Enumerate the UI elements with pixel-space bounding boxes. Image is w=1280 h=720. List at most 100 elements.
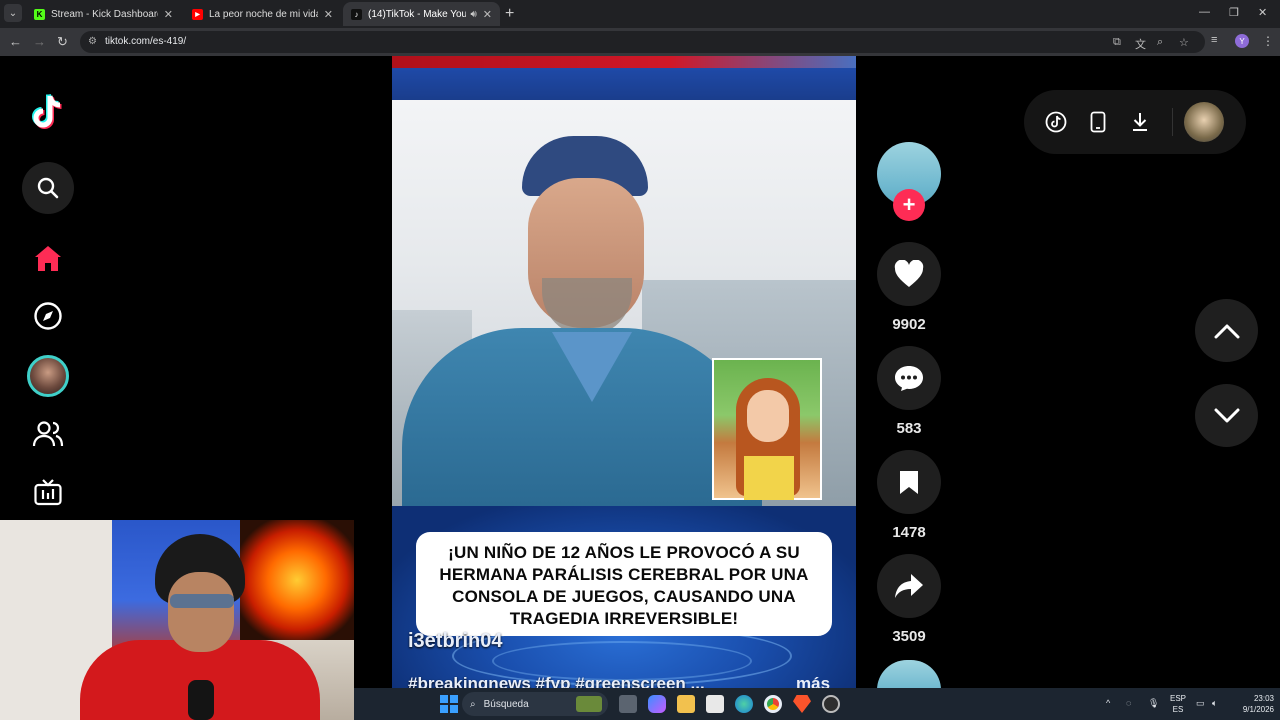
microphone xyxy=(188,680,214,720)
chevron-up-icon xyxy=(1214,324,1239,338)
tiger-poster xyxy=(240,520,354,640)
audio-playing-icon[interactable]: 🔊︎ xyxy=(470,9,476,20)
copilot-icon[interactable] xyxy=(648,695,666,713)
close-tab-icon[interactable]: ✕ xyxy=(164,8,173,21)
language-indicator[interactable]: ESP ES xyxy=(1170,693,1186,715)
heart-icon xyxy=(894,260,924,287)
nav-live[interactable] xyxy=(22,466,74,518)
following-avatar xyxy=(27,355,69,397)
taskbar-search[interactable]: ⌕ Búsqueda xyxy=(462,692,608,716)
follow-button[interactable]: + xyxy=(893,189,925,221)
bookmark-star-icon[interactable]: ☆ xyxy=(1179,36,1189,49)
nav-home[interactable] xyxy=(22,232,74,284)
install-app-icon[interactable]: ⧉ xyxy=(1113,36,1121,49)
tab-tiktok[interactable]: ♪ (14)TikTok - Make Your Day 🔊︎ ✕ xyxy=(343,2,500,26)
browser-menu-icon[interactable]: ⋮ xyxy=(1262,34,1274,48)
description-more-link[interactable]: más xyxy=(796,674,830,688)
display-icon[interactable]: ▭ xyxy=(1196,698,1205,709)
tray-overflow-icon[interactable]: ^ xyxy=(1106,698,1110,708)
comment-count: 583 xyxy=(896,420,922,437)
clock-date: 9/1/2026 xyxy=(1242,705,1274,714)
save-count: 1478 xyxy=(892,524,926,541)
youtube-icon: ▶ xyxy=(192,8,203,20)
share-arrow-icon xyxy=(895,574,923,598)
back-icon[interactable]: ← xyxy=(9,34,22,49)
tab-kick-dashboard[interactable]: K Stream - Kick Dashboard ✕ xyxy=(26,2,181,26)
next-video-button[interactable] xyxy=(1195,384,1258,447)
zoom-icon[interactable]: ⌕ xyxy=(1157,36,1163,49)
comment-button[interactable] xyxy=(877,346,941,410)
like-button[interactable] xyxy=(877,242,941,306)
nav-friends[interactable] xyxy=(22,408,74,460)
tiktok-circle-icon xyxy=(1045,111,1067,133)
nav-explore[interactable] xyxy=(22,290,74,342)
address-bar[interactable]: ⚙ tiktok.com/es-419/ ⧉ 文 ⌕ ☆ xyxy=(80,31,1205,53)
tiktok-logo-icon[interactable] xyxy=(30,92,66,132)
search-icon: ⌕ xyxy=(470,698,476,710)
chrome-icon[interactable] xyxy=(764,695,782,713)
tab-title: (14)TikTok - Make Your Day xyxy=(368,8,467,20)
close-tab-icon[interactable]: ✕ xyxy=(483,8,492,21)
reload-icon[interactable]: ↻ xyxy=(57,34,68,50)
start-button[interactable] xyxy=(440,695,458,713)
minimize-icon[interactable]: — xyxy=(1199,6,1210,18)
mic-tray-icon[interactable]: 🎙︎ xyxy=(1148,698,1159,709)
tab-youtube-video[interactable]: ▶ La peor noche de mi vida [Sobr ✕ xyxy=(184,2,341,26)
new-tab-button[interactable]: + xyxy=(505,5,514,23)
forward-icon[interactable]: → xyxy=(33,34,46,49)
store-icon[interactable] xyxy=(706,695,724,713)
taskbar-clock[interactable]: 23:03 9/1/2026 xyxy=(1226,693,1274,715)
search-highlight-icon xyxy=(576,696,602,712)
webcam-person-face xyxy=(168,572,234,652)
clock-time: 23:03 xyxy=(1253,694,1274,703)
site-info-icon[interactable]: ⚙ xyxy=(88,36,97,47)
top-right-toolbar xyxy=(1024,90,1246,154)
language-code: ESP xyxy=(1170,694,1187,703)
reading-list-icon[interactable]: ≡ xyxy=(1211,34,1217,46)
chevron-down-icon xyxy=(1214,408,1239,422)
get-app-button[interactable] xyxy=(1086,110,1110,134)
browser-toolbar: ← → ↻ ⚙ tiktok.com/es-419/ ⧉ 文 ⌕ ☆ ≡ Y ⋮ xyxy=(0,28,1280,56)
volume-icon[interactable]: 🔈︎ xyxy=(1212,698,1217,709)
get-coins-button[interactable] xyxy=(1044,110,1068,134)
windows-logo-icon xyxy=(440,695,458,713)
nav-following-avatar[interactable] xyxy=(22,350,74,402)
save-button[interactable] xyxy=(877,450,941,514)
profile-avatar[interactable]: Y xyxy=(1235,34,1249,48)
tab-title: La peor noche de mi vida [Sobr xyxy=(209,8,318,20)
network-icon[interactable]: ◌ xyxy=(1126,698,1131,708)
previous-video-button[interactable] xyxy=(1195,299,1258,362)
webcam-person-glasses xyxy=(170,594,234,608)
task-view-icon[interactable] xyxy=(619,695,637,713)
streamer-webcam-overlay xyxy=(0,520,354,720)
user-profile-avatar[interactable] xyxy=(1184,102,1224,142)
video-author-username[interactable]: i3etbrin04 xyxy=(408,630,502,653)
video-player[interactable]: ¡UN NIÑO DE 12 AÑOS LE PROVOCÓ A SU HERM… xyxy=(392,56,856,688)
live-tv-icon xyxy=(34,479,62,506)
restore-icon[interactable]: ❐ xyxy=(1229,6,1239,19)
share-button[interactable] xyxy=(877,554,941,618)
edge-icon[interactable] xyxy=(735,695,753,713)
tiktok-favicon-icon: ♪ xyxy=(351,8,362,20)
tab-search-menu-button[interactable]: ⌄ xyxy=(4,4,22,22)
close-tab-icon[interactable]: ✕ xyxy=(324,8,333,21)
search-button[interactable] xyxy=(22,162,74,214)
windows-taskbar: ⌕ Búsqueda ^ ◌ 🎙︎ ESP ES ▭ 🔈︎ 23:03 9/1/… xyxy=(354,688,1280,720)
comment-icon xyxy=(895,366,923,391)
video-hashtags[interactable]: #breakingnews #fyp #greenscreen ... xyxy=(408,674,705,688)
close-window-icon[interactable]: ✕ xyxy=(1258,6,1267,19)
obs-icon[interactable] xyxy=(822,695,840,713)
url-text[interactable]: tiktok.com/es-419/ xyxy=(105,36,186,47)
keyboard-layout: ES xyxy=(1172,705,1184,714)
file-explorer-icon[interactable] xyxy=(677,695,695,713)
home-icon xyxy=(35,246,61,271)
friends-icon xyxy=(32,421,64,447)
brave-icon[interactable] xyxy=(793,695,811,713)
bookmark-icon xyxy=(900,471,918,494)
download-button[interactable] xyxy=(1128,110,1152,134)
like-count: 9902 xyxy=(892,316,926,333)
next-creator-avatar[interactable] xyxy=(877,660,941,690)
download-icon xyxy=(1133,113,1147,131)
video-top-banner xyxy=(392,56,856,68)
translate-icon[interactable]: 文 xyxy=(1135,36,1146,52)
